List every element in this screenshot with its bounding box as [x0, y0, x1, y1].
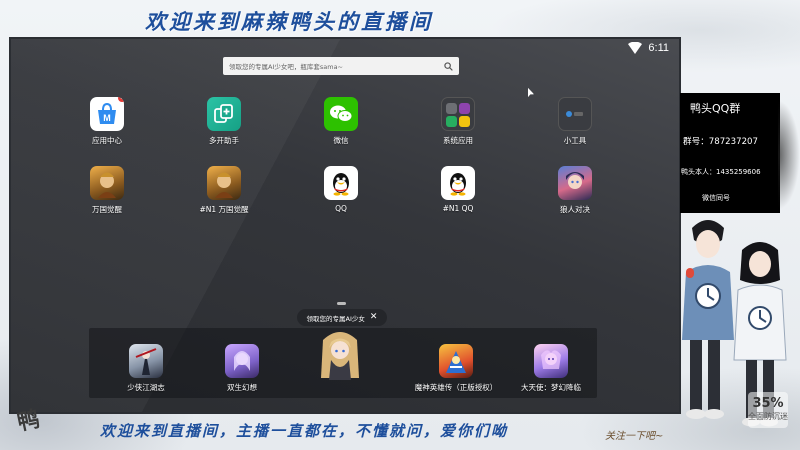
promo-text: 领取您的专属AI少女 — [306, 314, 365, 323]
rise-of-kingdoms-icon — [90, 166, 124, 200]
qq-owner-number: 鸭头本人：1435259606 — [681, 168, 761, 176]
svg-text:M: M — [103, 113, 111, 123]
app-label: 小工具 — [563, 136, 587, 145]
app-multi-open[interactable]: 多开助手 — [191, 97, 257, 146]
app-label: 少侠江湖志 — [127, 383, 165, 392]
qq-group-title: 鸭头QQ群 — [690, 102, 741, 115]
game-icon — [534, 344, 568, 378]
app-label: 多开助手 — [209, 136, 239, 145]
status-time: 6:11 — [648, 42, 669, 54]
app-label: QQ — [335, 204, 347, 213]
ai-girl-promo-tooltip[interactable]: 领取您的专属AI少女 ✕ — [297, 309, 387, 326]
emulator-screen[interactable]: 6:11 领取您的专属AI少女吧，瓶库套sama~ M 1 应用中心 多开助手 … — [9, 37, 681, 414]
welcome-banner-top: 欢迎来到麻辣鸭头的直播间 — [145, 9, 433, 34]
dock-app-shuangsheng-huanxiang[interactable]: 双生幻想 — [209, 344, 275, 393]
welcome-banner-bottom: 欢迎来到直播间，主播一直都在，不懂就问，爱你们呦 — [100, 422, 509, 440]
notification-badge: 1 — [118, 97, 124, 102]
game-icon — [439, 344, 473, 378]
system-apps-folder-icon — [441, 97, 475, 131]
app-werewolf-duel[interactable]: 狼人对决 — [542, 166, 608, 215]
app-label: 系统应用 — [443, 136, 473, 145]
dock: 少侠江湖志 双生幻想 魔神英雄传（正版授权） 大天使：梦幻降临 — [89, 328, 597, 398]
app-label: 应用中心 — [92, 136, 122, 145]
wifi-icon — [628, 42, 643, 54]
app-label: #N1 QQ — [442, 204, 474, 213]
follow-reminder: 关注一下吧~ — [605, 431, 664, 442]
search-icon[interactable] — [444, 61, 453, 71]
app-qq-clone[interactable]: #N1 QQ — [425, 166, 491, 213]
duck-seal-logo: 鸭 — [14, 405, 42, 436]
qq-group-panel: 鸭头QQ群 群号：787237207 鸭头本人：1435259606 微信同号 — [680, 93, 780, 213]
app-label: 狼人对决 — [560, 205, 590, 214]
qq-group-number: 群号：787237207 — [683, 137, 758, 147]
app-label: 大天使：梦幻降临 — [521, 383, 581, 392]
tools-folder-icon — [558, 97, 592, 131]
app-rise-of-kingdoms-clone[interactable]: #N1 万国觉醒 — [191, 166, 257, 215]
app-rise-of-kingdoms[interactable]: 万国觉醒 — [74, 166, 140, 215]
app-wechat[interactable]: 微信 — [308, 97, 374, 146]
badge-number: 35% — [752, 396, 784, 411]
wechat-same-note: 微信同号 — [702, 194, 730, 202]
rise-of-kingdoms-clone-icon — [207, 166, 241, 200]
mouse-cursor — [528, 88, 534, 97]
wechat-icon — [324, 97, 358, 131]
dock-app-shaoxia-jianghu[interactable]: 少侠江湖志 — [113, 344, 179, 393]
app-system-apps[interactable]: 系统应用 — [425, 97, 491, 146]
status-bar: 6:11 — [628, 40, 669, 56]
store-icon: M 1 — [90, 97, 124, 131]
dock-app-ai-girl[interactable] — [307, 332, 373, 384]
ink-brush-flourish — [778, 100, 800, 210]
app-label: #N1 万国觉醒 — [199, 205, 249, 214]
search-bar[interactable]: 领取您的专属AI少女吧，瓶库套sama~ — [223, 57, 459, 75]
anti-addiction-badge: 35% 全面防沉迷 — [748, 392, 788, 428]
dock-drag-handle[interactable] — [337, 302, 346, 305]
app-label: 微信 — [333, 136, 349, 145]
multi-open-icon — [207, 97, 241, 131]
badge-text: 全面防沉迷 — [748, 412, 788, 421]
qq-clone-icon — [441, 166, 475, 200]
search-placeholder: 领取您的专属AI少女吧，瓶库套sama~ — [229, 63, 343, 71]
app-tools[interactable]: 小工具 — [542, 97, 608, 146]
game-icon — [225, 344, 259, 378]
app-qq[interactable]: QQ — [308, 166, 374, 213]
werewolf-duel-icon — [558, 166, 592, 200]
anime-girl-icon — [317, 330, 363, 380]
app-store[interactable]: M 1 应用中心 — [74, 97, 140, 146]
qq-icon — [324, 166, 358, 200]
dock-app-moshen-yingxiong[interactable]: 魔神英雄传（正版授权） — [411, 344, 501, 393]
app-label: 魔神英雄传（正版授权） — [414, 383, 498, 392]
boy-character — [682, 220, 734, 419]
app-label: 万国觉醒 — [92, 205, 122, 214]
dock-app-datianshi[interactable]: 大天使：梦幻降临 — [511, 344, 591, 393]
game-icon — [129, 344, 163, 378]
close-icon[interactable]: ✕ — [370, 313, 378, 322]
app-label: 双生幻想 — [227, 383, 257, 392]
